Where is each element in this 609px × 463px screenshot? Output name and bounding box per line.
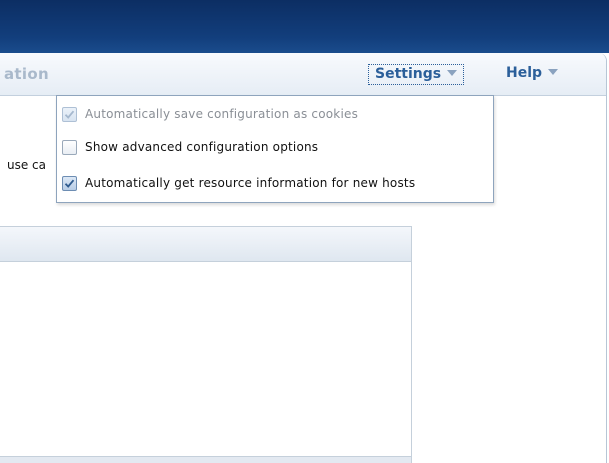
chevron-down-icon — [447, 70, 458, 76]
body-text-fragment: use ca — [7, 158, 47, 172]
top-banner — [0, 0, 609, 53]
menu-item-label: Automatically save configuration as cook… — [85, 107, 359, 121]
checkbox[interactable] — [62, 176, 77, 191]
chevron-down-icon — [548, 69, 559, 75]
help-menu-button[interactable]: Help — [500, 64, 564, 83]
data-table — [0, 226, 412, 463]
checkbox — [62, 107, 77, 122]
settings-menu-button[interactable]: Settings — [368, 64, 465, 85]
checkmark-icon — [64, 110, 75, 119]
menu-item-label: Show advanced configuration options — [85, 140, 319, 154]
panel-header: ation Settings Help — [0, 53, 606, 96]
table-header — [0, 226, 411, 262]
menu-item-label: Automatically get resource information f… — [85, 176, 416, 190]
app-window: ation Settings Help use ca Automatically… — [0, 0, 609, 463]
checkbox[interactable] — [62, 140, 77, 155]
settings-dropdown-menu: Automatically save configuration as cook… — [56, 95, 494, 203]
checkmark-icon — [64, 179, 75, 188]
page-title: ation — [4, 65, 49, 83]
help-menu-label: Help — [506, 65, 543, 81]
settings-menu-label: Settings — [375, 66, 442, 82]
table-footer — [0, 456, 411, 463]
